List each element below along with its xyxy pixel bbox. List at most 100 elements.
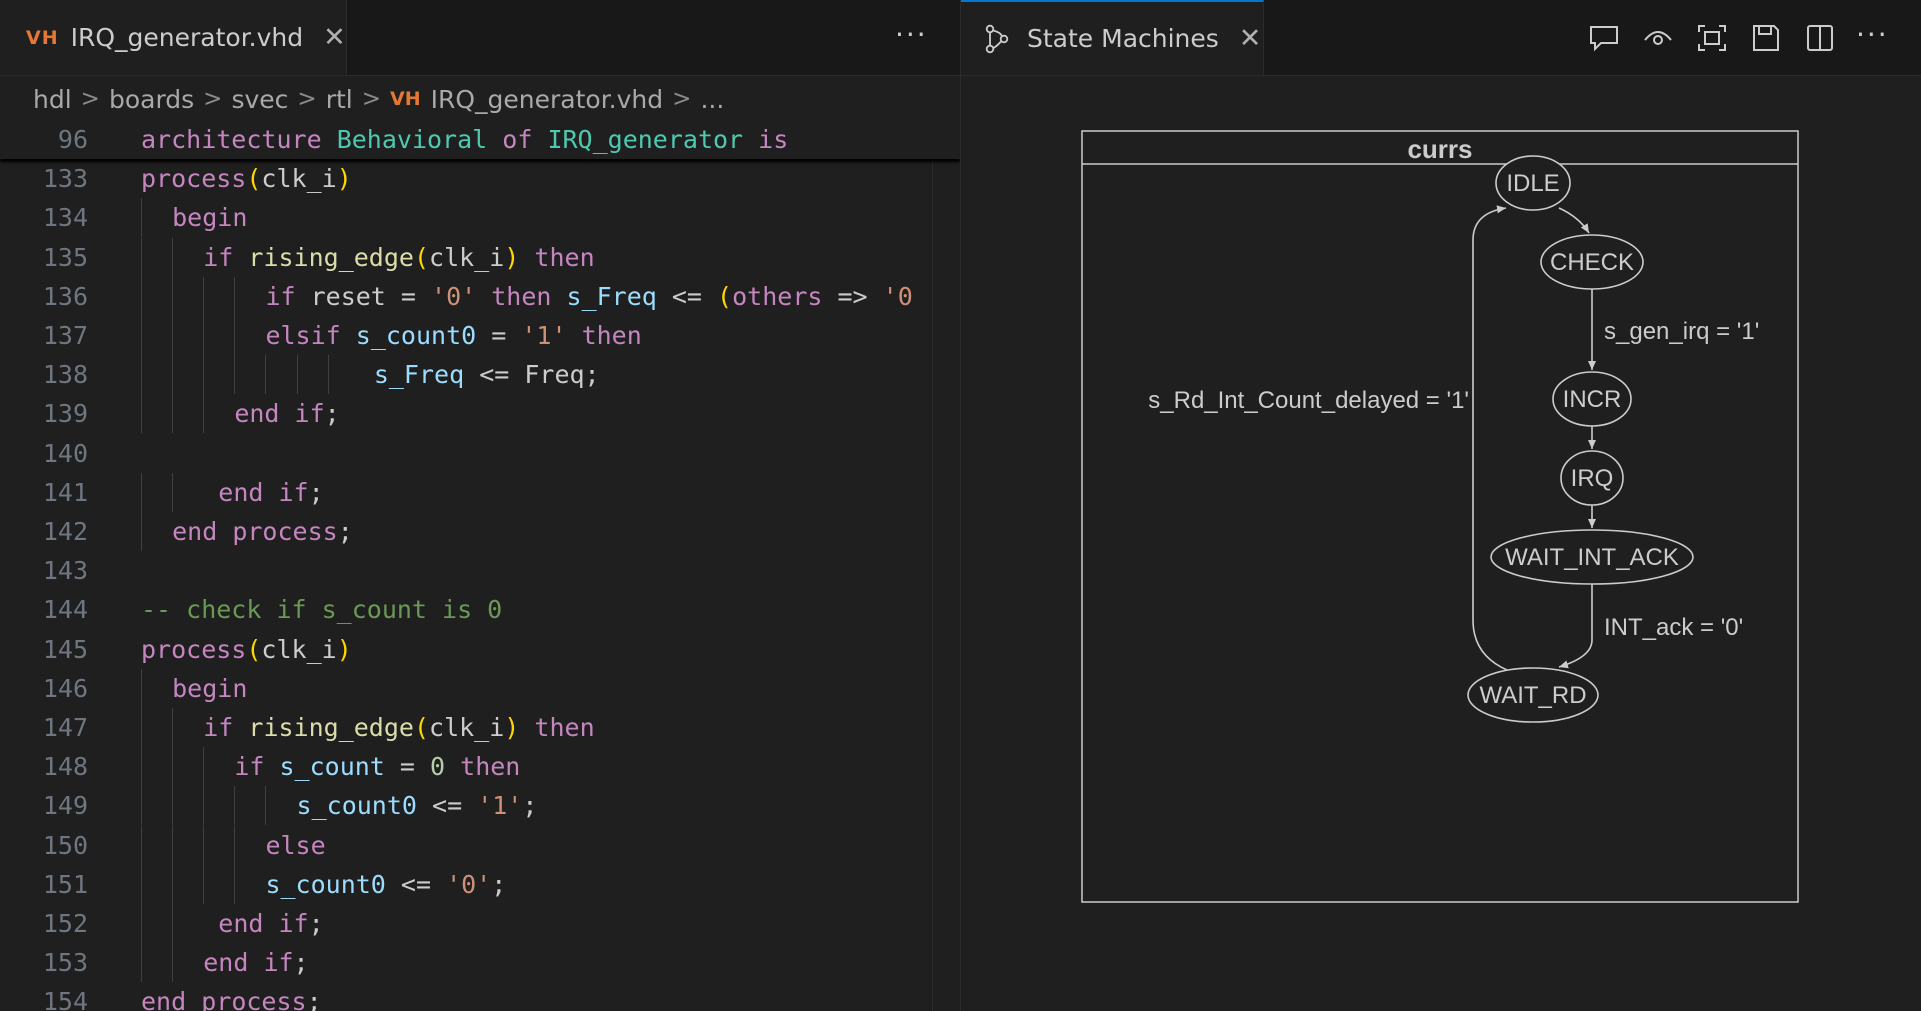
preview-tab-label: State Machines <box>1027 24 1219 53</box>
state-incr[interactable]: INCR <box>1552 371 1632 427</box>
breadcrumb-item-rtl[interactable]: rtl <box>326 85 353 114</box>
code-text: elsif s_count0 = '1' then <box>141 316 642 355</box>
state-check[interactable]: CHECK <box>1540 234 1644 290</box>
code-line[interactable]: 151 s_count0 <= '0'; <box>0 864 960 904</box>
close-icon[interactable]: ✕ <box>1239 23 1262 54</box>
state-label: CHECK <box>1550 249 1634 276</box>
code-text: end if; <box>141 472 324 512</box>
code-line[interactable]: 145 process(clk_i) <box>0 630 960 669</box>
breadcrumb-item-svec[interactable]: svec <box>231 85 288 114</box>
code-line[interactable]: 141 end if; <box>0 472 960 512</box>
line-number: 140 <box>42 438 88 468</box>
code-text: end process; <box>141 512 353 551</box>
eye-icon[interactable] <box>1640 20 1676 56</box>
line-number: 138 <box>42 360 88 390</box>
line-number: 96 <box>57 125 88 154</box>
code-line[interactable]: 153 end if; <box>0 943 960 983</box>
save-icon[interactable] <box>1748 20 1784 56</box>
line-number: 134 <box>42 203 88 233</box>
close-icon[interactable]: ✕ <box>323 22 346 53</box>
code-text: s_count0 <= '0'; <box>141 864 506 904</box>
code-line[interactable]: 147 if rising_edge(clk_i) then <box>0 708 960 747</box>
state-label: IRQ <box>1571 465 1614 492</box>
line-number: 142 <box>42 517 88 546</box>
editor-scrollbar[interactable] <box>932 120 961 1011</box>
line-number: 139 <box>42 399 88 429</box>
cluster-label: currs <box>1407 134 1472 164</box>
code-line[interactable]: 137 elsif s_count0 = '1' then <box>0 316 960 355</box>
breadcrumb-item-hdl[interactable]: hdl <box>33 85 72 114</box>
line-number: 135 <box>42 242 88 272</box>
code-text: -- check if s_count is 0 <box>141 595 503 625</box>
code-line[interactable]: 133 process(clk_i) <box>0 159 960 198</box>
transition-wait_int_ack-to-wait_rd <box>1558 584 1593 669</box>
state-label: IDLE <box>1506 170 1559 197</box>
code-text: end if; <box>141 943 309 983</box>
code-line[interactable]: 154 end process; <box>0 982 960 1011</box>
preview-tab-state-machines[interactable]: State Machines ✕ <box>961 0 1264 75</box>
breadcrumb-separator: > <box>361 86 381 112</box>
code-line[interactable]: 135 if rising_edge(clk_i) then <box>0 237 960 277</box>
code-text: architecture Behavioral of IRQ_generator… <box>141 125 789 154</box>
code-line[interactable]: 142 end process; <box>0 512 960 551</box>
comment-icon[interactable] <box>1586 20 1622 56</box>
state-label: WAIT_RD <box>1479 682 1586 709</box>
line-number: 146 <box>42 673 88 703</box>
breadcrumb-item-symbols[interactable]: ... <box>700 85 724 114</box>
breadcrumb-separator: > <box>80 86 100 112</box>
breadcrumb-item-boards[interactable]: boards <box>109 85 194 114</box>
code-line[interactable]: 139 end if; <box>0 394 960 434</box>
split-editor-icon[interactable] <box>1802 20 1838 56</box>
code-line[interactable]: 138 s_Freq <= Freq; <box>0 355 960 395</box>
transition-label: INT_ack = '0' <box>1604 614 1743 641</box>
line-number: 149 <box>42 791 88 821</box>
line-number: 147 <box>42 713 88 742</box>
code-line[interactable]: 140 <box>0 434 960 473</box>
code-line[interactable]: 150 else <box>0 825 960 865</box>
code-line[interactable]: 146 begin <box>0 668 960 708</box>
code-text: if rising_edge(clk_i) then <box>141 237 595 277</box>
code-line[interactable]: 152 end if; <box>0 904 960 943</box>
line-number: 150 <box>42 830 88 860</box>
transition-wait_rd-to-idle <box>1472 205 1508 671</box>
more-actions-icon[interactable]: ··· <box>895 18 928 51</box>
code-line[interactable]: 136 if reset = '0' then s_Freq <= (other… <box>0 276 960 316</box>
code-line[interactable]: 144 -- check if s_count is 0 <box>0 590 960 629</box>
line-number: 151 <box>42 869 88 899</box>
state-irq[interactable]: IRQ <box>1560 450 1624 506</box>
transition-label: s_gen_irq = '1' <box>1604 318 1759 345</box>
editor-tab-irq-generator[interactable]: VH IRQ_generator.vhd ✕ <box>0 0 347 75</box>
code-text: process(clk_i) <box>141 164 352 194</box>
state-wait-int-ack[interactable]: WAIT_INT_ACK <box>1490 529 1694 585</box>
code-text: end if; <box>141 394 340 434</box>
code-text: end process; <box>141 987 322 1011</box>
sticky-scroll-line[interactable]: 96 architecture Behavioral of IRQ_generat… <box>0 120 960 159</box>
editor-pane: VH IRQ_generator.vhd ✕ ··· hdl > boards … <box>0 0 961 1011</box>
code-line[interactable]: 149 s_count0 <= '1'; <box>0 786 960 826</box>
transition-label: s_Rd_Int_Count_delayed = '1' <box>1148 387 1469 414</box>
breadcrumb-item-file[interactable]: IRQ_generator.vhd <box>431 85 664 114</box>
editor-tab-label: IRQ_generator.vhd <box>70 23 304 52</box>
code-line[interactable]: 148 if s_count = 0 then <box>0 747 960 787</box>
breadcrumb: hdl > boards > svec > rtl > VH IRQ_gener… <box>33 80 724 118</box>
code-text: process(clk_i) <box>141 634 352 664</box>
transition-idle-to-check <box>1558 207 1590 234</box>
state-idle[interactable]: IDLE <box>1495 155 1571 211</box>
line-number: 145 <box>42 634 88 664</box>
state-wait-rd[interactable]: WAIT_RD <box>1467 667 1599 723</box>
editor-tab-bar: VH IRQ_generator.vhd ✕ ··· <box>0 0 960 76</box>
line-number: 143 <box>42 556 88 586</box>
state-machine-icon <box>983 24 1011 54</box>
code-text: end if; <box>141 904 324 943</box>
fit-screen-icon[interactable] <box>1694 20 1730 56</box>
code-line[interactable]: 134 begin <box>0 198 960 238</box>
state-label: WAIT_INT_ACK <box>1505 544 1679 571</box>
line-number: 152 <box>42 909 88 938</box>
code-editor[interactable]: 96 architecture Behavioral of IRQ_generat… <box>0 120 960 1011</box>
code-line[interactable]: 143 <box>0 551 960 590</box>
breadcrumb-separator: > <box>297 86 317 112</box>
more-actions-icon[interactable]: ··· <box>1856 18 1889 51</box>
preview-tab-bar: State Machines ✕ ··· <box>961 0 1921 76</box>
breadcrumb-separator: > <box>203 86 223 112</box>
code-text: begin <box>141 198 247 238</box>
